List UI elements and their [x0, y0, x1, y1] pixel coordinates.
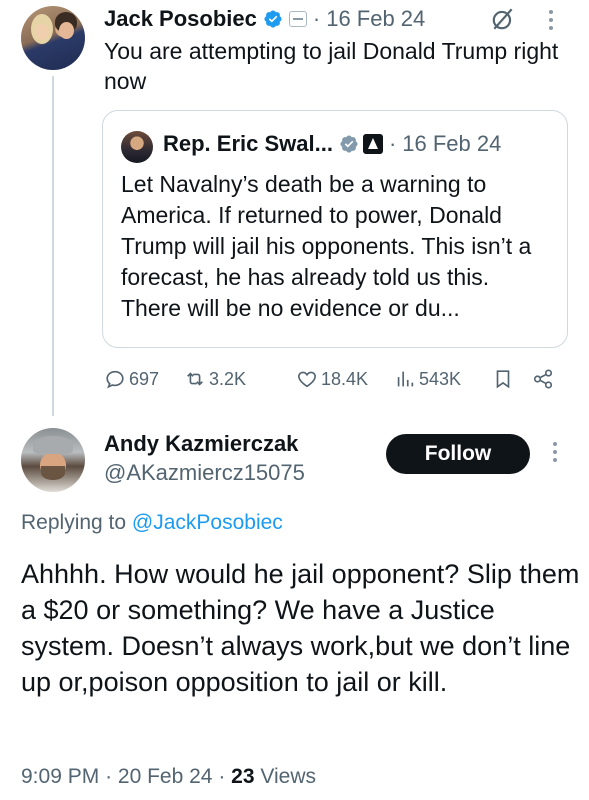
- reply-author-handle[interactable]: @AKazmiercz15075: [104, 459, 305, 487]
- header-separator: ·: [312, 6, 321, 31]
- views-action[interactable]: 543K: [394, 364, 461, 394]
- parent-tweet-header: Jack Posobiec · 16 Feb 24: [104, 4, 425, 34]
- footer-separator-2: ·: [218, 765, 226, 788]
- reply-date[interactable]: 20 Feb 24: [118, 765, 213, 788]
- quoted-author-name: Rep. Eric Swal...: [163, 131, 333, 156]
- reply-count: 697: [129, 368, 160, 389]
- avatar-andy-kazmierczak[interactable]: [21, 428, 85, 492]
- verified-badge-icon: [340, 135, 358, 153]
- reply-time[interactable]: 9:09 PM: [21, 765, 99, 788]
- quoted-tweet-date: 16 Feb 24: [402, 131, 502, 156]
- reply-timestamp-line: 9:09 PM · 20 Feb 24 · 23 Views: [21, 762, 316, 792]
- quoted-tweet-header: Rep. Eric Swal... · 16 Feb 24: [163, 129, 501, 159]
- tweet-date[interactable]: 16 Feb 24: [326, 4, 425, 34]
- grok-icon[interactable]: [490, 6, 516, 32]
- repost-icon: [187, 372, 203, 386]
- quoted-tweet-text: Let Navalny’s death be a warning to Amer…: [121, 171, 532, 321]
- bookmark-action[interactable]: [492, 364, 514, 394]
- replying-to-line: Replying to @JackPosobiec: [21, 508, 283, 538]
- author-name[interactable]: Jack Posobiec: [104, 4, 257, 34]
- replying-to-link[interactable]: @JackPosobiec: [132, 511, 283, 534]
- reply-views-count: 23: [231, 765, 255, 788]
- repost-count: 3.2K: [209, 368, 247, 389]
- avatar-eric-swalwell: [121, 131, 153, 163]
- views-count: 543K: [419, 368, 462, 389]
- share-action[interactable]: [532, 364, 554, 394]
- avatar-jack-posobiec[interactable]: [21, 6, 85, 70]
- tweet-action-bar: 697 3.2K 18.4K 543K: [104, 364, 564, 394]
- share-icon: [533, 369, 553, 389]
- reply-icon: [106, 370, 124, 389]
- quoted-tweet-card[interactable]: Rep. Eric Swal... · 16 Feb 24 Let Navaln…: [102, 110, 568, 348]
- reply-tweet-text: Ahhhh. How would he jail opponent? Slip …: [21, 559, 580, 697]
- verified-badge-icon: [264, 10, 282, 28]
- parent-tweet-text: You are attempting to jail Donald Trump …: [104, 38, 559, 94]
- bookmark-icon: [496, 370, 510, 389]
- footer-separator-1: ·: [105, 765, 113, 788]
- views-icon: [397, 371, 414, 387]
- affiliate-badge-icon: [288, 11, 307, 27]
- reply-views-label: Views: [260, 765, 317, 788]
- thread-connector-line: [52, 76, 54, 416]
- reply-author-name[interactable]: Andy Kazmierczak: [104, 430, 298, 458]
- quoted-header-separator: ·: [388, 131, 397, 156]
- like-action[interactable]: 18.4K: [296, 364, 368, 394]
- more-options-icon[interactable]: [548, 10, 554, 32]
- replying-prefix: Replying to: [21, 511, 127, 534]
- repost-action[interactable]: 3.2K: [184, 364, 246, 394]
- like-icon: [298, 371, 316, 388]
- reply-more-options-icon[interactable]: [552, 442, 558, 464]
- like-count: 18.4K: [321, 368, 369, 389]
- reply-action[interactable]: 697: [104, 364, 159, 394]
- government-badge-icon: [362, 134, 383, 154]
- follow-button[interactable]: Follow: [386, 434, 530, 474]
